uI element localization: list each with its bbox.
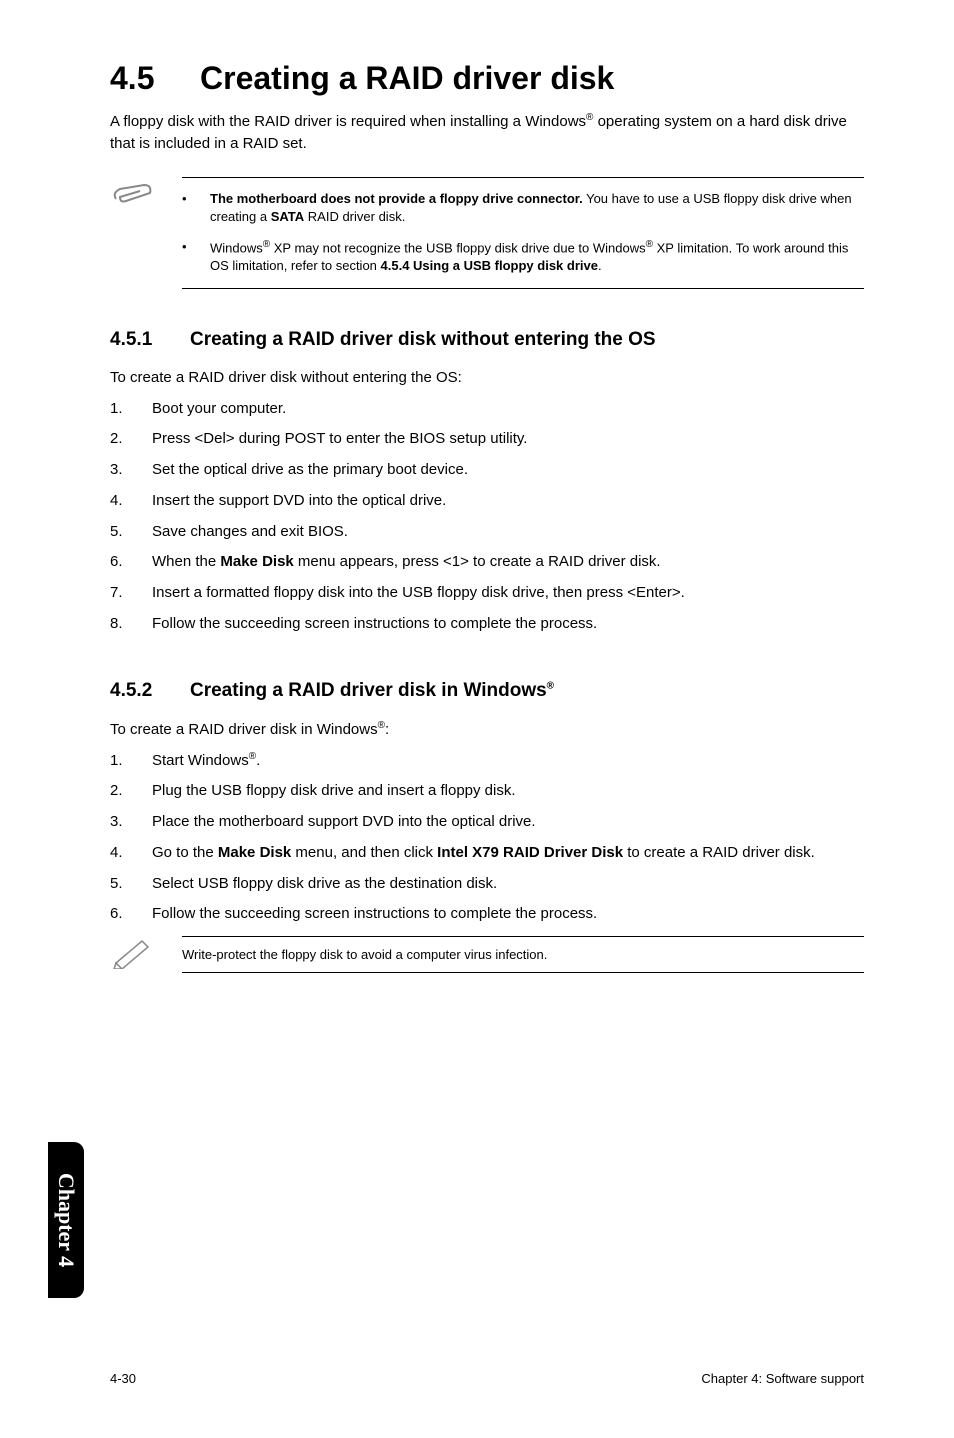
pencil-icon (110, 935, 154, 974)
list-text: Go to the Make Disk menu, and then click… (152, 842, 864, 864)
note-body: • The motherboard does not provide a flo… (182, 177, 864, 289)
n2-b: XP may not recognize the USB floppy disk… (270, 240, 646, 255)
bullet-dot: • (182, 190, 210, 226)
list-text: Insert the support DVD into the optical … (152, 490, 864, 512)
registered-mark: ® (378, 720, 385, 731)
i4a: Go to the (152, 844, 218, 861)
list-number: 7. (110, 582, 152, 604)
note-2-text: Windows ® XP may not recognize the USB fl… (210, 238, 864, 276)
i4c: menu, and then click (291, 844, 437, 861)
list-text: Select USB floppy disk drive as the dest… (152, 873, 864, 895)
note-1-sata: SATA (271, 209, 304, 224)
list-number: 2. (110, 428, 152, 450)
list-item: 7.Insert a formatted floppy disk into th… (110, 582, 864, 604)
tip-text: Write-protect the floppy disk to avoid a… (182, 936, 864, 973)
list-number: 5. (110, 521, 152, 543)
list-number: 1. (110, 398, 152, 420)
h1-number: 4.5 (110, 60, 200, 97)
note-block: • The motherboard does not provide a flo… (110, 177, 864, 289)
i4d: Intel X79 RAID Driver Disk (437, 844, 623, 861)
note-1-text-d: RAID driver disk. (304, 209, 405, 224)
list-number: 8. (110, 613, 152, 635)
list-text: Press <Del> during POST to enter the BIO… (152, 428, 864, 450)
list-number: 3. (110, 811, 152, 833)
list-text: Place the motherboard support DVD into t… (152, 811, 864, 833)
h2-number: 4.5.2 (110, 680, 190, 702)
list-item: 3.Set the optical drive as the primary b… (110, 459, 864, 481)
list-text: Save changes and exit BIOS. (152, 521, 864, 543)
lead-b: : (385, 721, 389, 738)
list-number: 2. (110, 780, 152, 802)
i4b: Make Disk (218, 844, 291, 861)
list-item: 5.Save changes and exit BIOS. (110, 521, 864, 543)
bullet-dot: • (182, 238, 210, 276)
i6c: menu appears, press <1> to create a RAID… (294, 553, 661, 570)
chapter-tab-label: Chapter 4 (53, 1173, 79, 1267)
list-number: 5. (110, 873, 152, 895)
section-451-lead: To create a RAID driver disk without ent… (110, 369, 864, 386)
n2-e: . (598, 258, 602, 273)
list-item: 8.Follow the succeeding screen instructi… (110, 613, 864, 635)
list-number: 6. (110, 903, 152, 925)
lead-a: To create a RAID driver disk in Windows (110, 721, 378, 738)
paperclip-icon (110, 181, 154, 216)
list-item: 6.Follow the succeeding screen instructi… (110, 903, 864, 925)
list-item: 6.When the Make Disk menu appears, press… (110, 551, 864, 573)
page-title: 4.5Creating a RAID driver disk (110, 60, 864, 97)
note-1-bold: The motherboard does not provide a flopp… (210, 191, 583, 206)
footer-chapter: Chapter 4: Software support (701, 1371, 864, 1386)
h2-text-main: Creating a RAID driver disk in Windows (190, 680, 547, 701)
i1a: Start Windows (152, 752, 249, 769)
h1-text: Creating a RAID driver disk (200, 60, 614, 96)
h2-number: 4.5.1 (110, 329, 190, 351)
list-text: When the Make Disk menu appears, press <… (152, 551, 864, 573)
list-item: 1.Boot your computer. (110, 398, 864, 420)
list-text: Follow the succeeding screen instruction… (152, 613, 864, 635)
n2-a: Windows (210, 240, 263, 255)
h2-text: Creating a RAID driver disk without ente… (190, 329, 656, 350)
list-item: 5.Select USB floppy disk drive as the de… (110, 873, 864, 895)
list-item: 2.Press <Del> during POST to enter the B… (110, 428, 864, 450)
list-item: 4.Insert the support DVD into the optica… (110, 490, 864, 512)
i6a: When the (152, 553, 220, 570)
list-item: 3.Place the motherboard support DVD into… (110, 811, 864, 833)
section-451-heading: 4.5.1Creating a RAID driver disk without… (110, 329, 864, 351)
list-text: Set the optical drive as the primary boo… (152, 459, 864, 481)
list-item: 1.Start Windows®. (110, 750, 864, 772)
list-number: 4. (110, 490, 152, 512)
note-bullet-2: • Windows ® XP may not recognize the USB … (182, 238, 864, 276)
list-number: 1. (110, 750, 152, 772)
page-footer: 4-30 Chapter 4: Software support (110, 1371, 864, 1386)
list-number: 3. (110, 459, 152, 481)
intro-paragraph: A floppy disk with the RAID driver is re… (110, 111, 864, 155)
registered-mark: ® (249, 751, 256, 762)
list-text: Follow the succeeding screen instruction… (152, 903, 864, 925)
note-1-text: The motherboard does not provide a flopp… (210, 190, 864, 226)
i1b: . (256, 752, 260, 769)
page-number: 4-30 (110, 1371, 136, 1386)
list-text: Boot your computer. (152, 398, 864, 420)
list-text: Insert a formatted floppy disk into the … (152, 582, 864, 604)
section-452-heading: 4.5.2Creating a RAID driver disk in Wind… (110, 680, 864, 702)
registered-mark: ® (547, 680, 554, 691)
list-text: Plug the USB floppy disk drive and inser… (152, 780, 864, 802)
note-bullet-1: • The motherboard does not provide a flo… (182, 190, 864, 226)
registered-mark: ® (646, 239, 653, 250)
list-text: Start Windows®. (152, 750, 864, 772)
list-item: 2.Plug the USB floppy disk drive and ins… (110, 780, 864, 802)
list-number: 6. (110, 551, 152, 573)
i6b: Make Disk (220, 553, 293, 570)
intro-text-1: A floppy disk with the RAID driver is re… (110, 113, 586, 130)
h2-text: Creating a RAID driver disk in Windows® (190, 680, 554, 701)
list-item: 4.Go to the Make Disk menu, and then cli… (110, 842, 864, 864)
section-452-lead: To create a RAID driver disk in Windows®… (110, 720, 864, 738)
list-number: 4. (110, 842, 152, 864)
n2-d: 4.5.4 Using a USB floppy disk drive (381, 258, 598, 273)
chapter-tab: Chapter 4 (48, 1142, 84, 1298)
tip-block: Write-protect the floppy disk to avoid a… (110, 935, 864, 974)
i4e: to create a RAID driver disk. (623, 844, 815, 861)
